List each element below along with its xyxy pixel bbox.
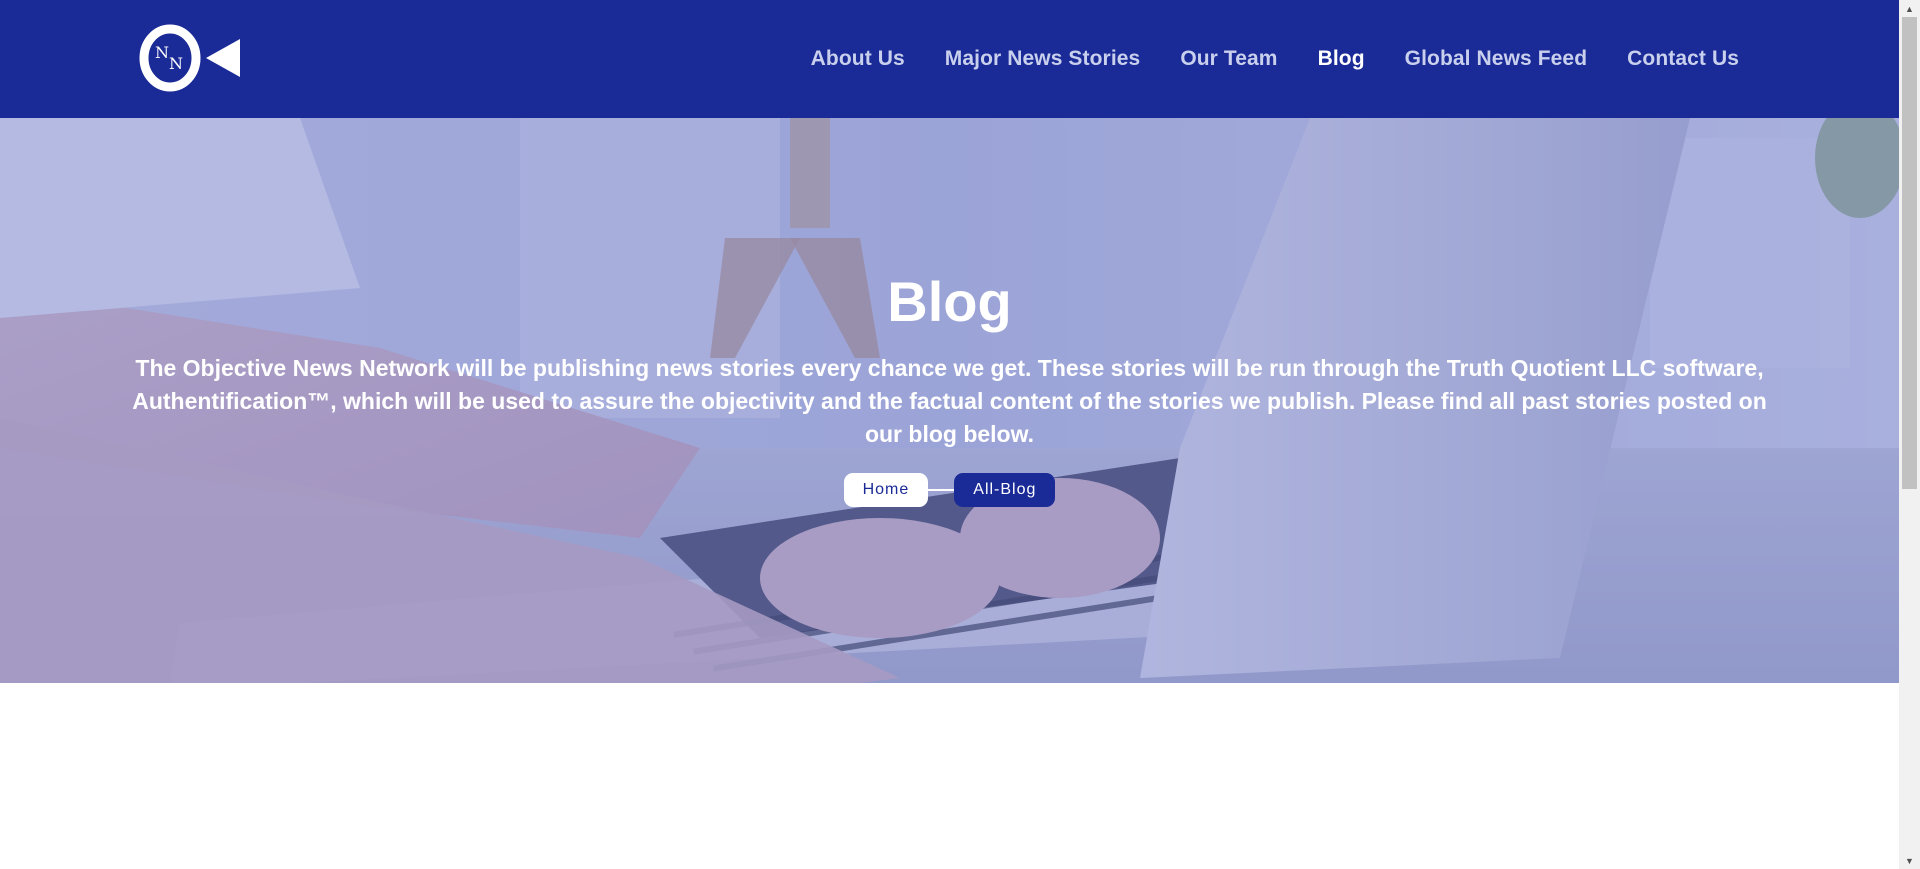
breadcrumb-separator (928, 489, 955, 491)
breadcrumb-home[interactable]: Home (843, 473, 929, 507)
breadcrumb-current[interactable]: All-Blog (954, 473, 1056, 507)
scroll-up-arrow-icon[interactable]: ▲ (1899, 0, 1920, 17)
svg-text:N: N (169, 54, 183, 73)
onn-logo-icon: N N (139, 24, 240, 92)
scroll-down-arrow-icon[interactable]: ▼ (1899, 852, 1920, 869)
nav-major-news-stories[interactable]: Major News Stories (945, 47, 1141, 71)
hero-content: Blog The Objective News Network will be … (0, 270, 1899, 507)
site-logo[interactable]: N N (138, 24, 242, 92)
hero-description: The Objective News Network will be publi… (132, 355, 1767, 447)
scrollbar-thumb[interactable] (1902, 17, 1917, 489)
vertical-scrollbar[interactable]: ▲ ▼ (1899, 0, 1920, 869)
main-nav: About Us Major News Stories Our Team Blo… (811, 0, 1739, 118)
page: N N About Us Major News Stories Our Team… (0, 0, 1920, 869)
site-header: N N About Us Major News Stories Our Team… (0, 0, 1899, 118)
nav-our-team[interactable]: Our Team (1180, 47, 1277, 71)
nav-contact-us[interactable]: Contact Us (1627, 47, 1739, 71)
nav-global-news-feed[interactable]: Global News Feed (1405, 47, 1587, 71)
nav-blog[interactable]: Blog (1318, 47, 1365, 71)
page-title: Blog (887, 270, 1012, 333)
nav-about-us[interactable]: About Us (811, 47, 905, 71)
breadcrumb: Home All-Blog (843, 473, 1056, 507)
hero-banner: Blog The Objective News Network will be … (0, 118, 1899, 683)
svg-text:N: N (155, 43, 169, 62)
